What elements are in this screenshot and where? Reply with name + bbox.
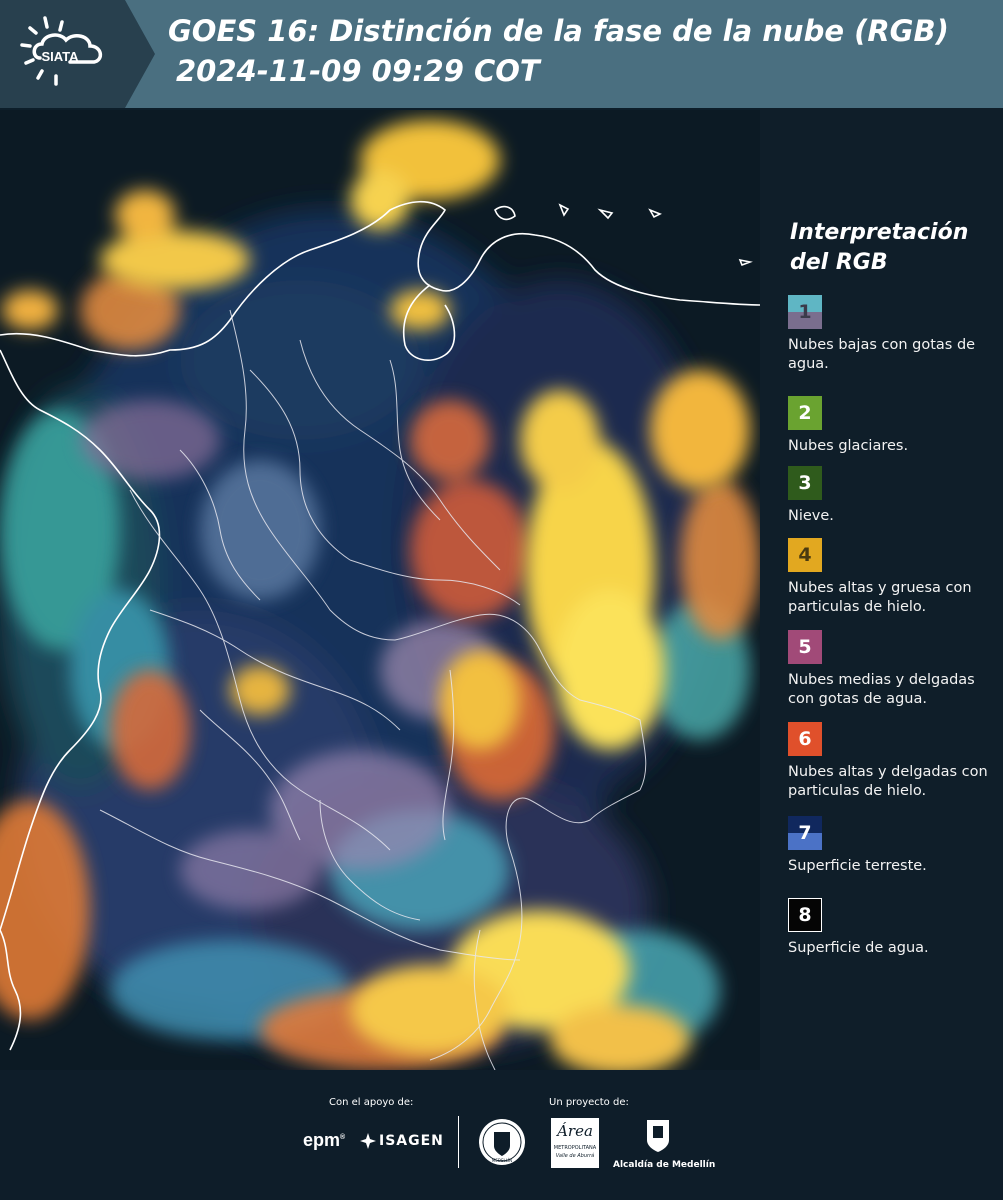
legend-label: Superficie terreste.	[788, 858, 927, 874]
legend-number: 5	[798, 636, 812, 658]
legend-label: Superficie de agua.	[788, 940, 929, 956]
alcaldia-medellin-logo: Alcaldía de Medellín	[613, 1118, 715, 1170]
legend-label: Nubes altas y delgadas con particulas de…	[788, 764, 988, 799]
legend-label: Nubes medias y delgadas con gotas de agu…	[788, 672, 975, 707]
legend-number: 7	[798, 822, 812, 844]
rgb-satellite-image	[0, 110, 760, 1070]
legend-title: Interpretación del RGB	[790, 220, 969, 275]
satellite-map	[0, 110, 760, 1070]
legend-number: 4	[798, 544, 812, 566]
legend-swatch-5: 5	[788, 630, 822, 664]
legend-swatch-4: 4	[788, 538, 822, 572]
legend-item-2: 2 Nubes glaciares.	[788, 396, 998, 456]
legend-number: 8	[798, 904, 812, 926]
footer: Con el apoyo de: Un proyecto de: epm® IS…	[0, 1070, 1003, 1200]
legend-swatch-3: 3	[788, 466, 822, 500]
area-metropolitana-logo: Área METROPOLITANA Valle de Aburrá	[551, 1118, 599, 1168]
legend-swatch-7: 7	[788, 816, 822, 850]
medellin-seal-logo: MEDELLÍN	[478, 1118, 526, 1166]
legend-item-4: 4 Nubes altas y gruesa con particulas de …	[788, 538, 998, 617]
footer-divider	[458, 1116, 459, 1168]
alcaldia-shield-icon	[647, 1120, 669, 1152]
title-line2: 2024-11-09 09:29 COT	[176, 54, 540, 88]
legend-number: 2	[798, 402, 812, 424]
svg-text:SIATA: SIATA	[41, 49, 79, 64]
legend-swatch-8: 8	[788, 898, 822, 932]
project-label: Un proyecto de:	[549, 1097, 629, 1108]
legend-item-7: 7 Superficie terreste.	[788, 816, 998, 876]
legend-item-3: 3 Nieve.	[788, 466, 998, 526]
isagen-icon	[360, 1133, 376, 1149]
svg-text:MEDELLÍN: MEDELLÍN	[492, 1158, 512, 1163]
legend-panel: Interpretación del RGB 1 Nubes bajas con …	[760, 108, 1003, 1070]
legend-label: Nubes bajas con gotas de agua.	[788, 337, 976, 372]
legend-item-1: 1 Nubes bajas con gotas de agua.	[788, 295, 998, 374]
legend-number: 3	[798, 472, 812, 494]
legend-swatch-6: 6	[788, 722, 822, 756]
legend-label: Nubes glaciares.	[788, 438, 909, 454]
legend-number: 6	[798, 728, 812, 750]
siata-logo: SIATA	[0, 0, 155, 108]
title-line1: GOES 16: Distinción de la fase de la nub…	[168, 14, 949, 48]
legend-swatch-1: 1	[788, 295, 822, 329]
legend-number: 1	[798, 301, 812, 323]
legend-item-8: 8 Superficie de agua.	[788, 898, 998, 958]
legend-item-5: 5 Nubes medias y delgadas con gotas de ag…	[788, 630, 998, 709]
legend-label: Nieve.	[788, 508, 834, 524]
epm-logo: epm®	[303, 1130, 346, 1150]
header-bar: SIATA GOES 16: Distinción de la fase de …	[0, 0, 1003, 108]
legend-item-6: 6 Nubes altas y delgadas con particulas d…	[788, 722, 998, 801]
legend-label: Nubes altas y gruesa con particulas de h…	[788, 580, 972, 615]
isagen-logo: ISAGEN	[360, 1133, 444, 1149]
support-label: Con el apoyo de:	[329, 1097, 414, 1108]
legend-swatch-2: 2	[788, 396, 822, 430]
